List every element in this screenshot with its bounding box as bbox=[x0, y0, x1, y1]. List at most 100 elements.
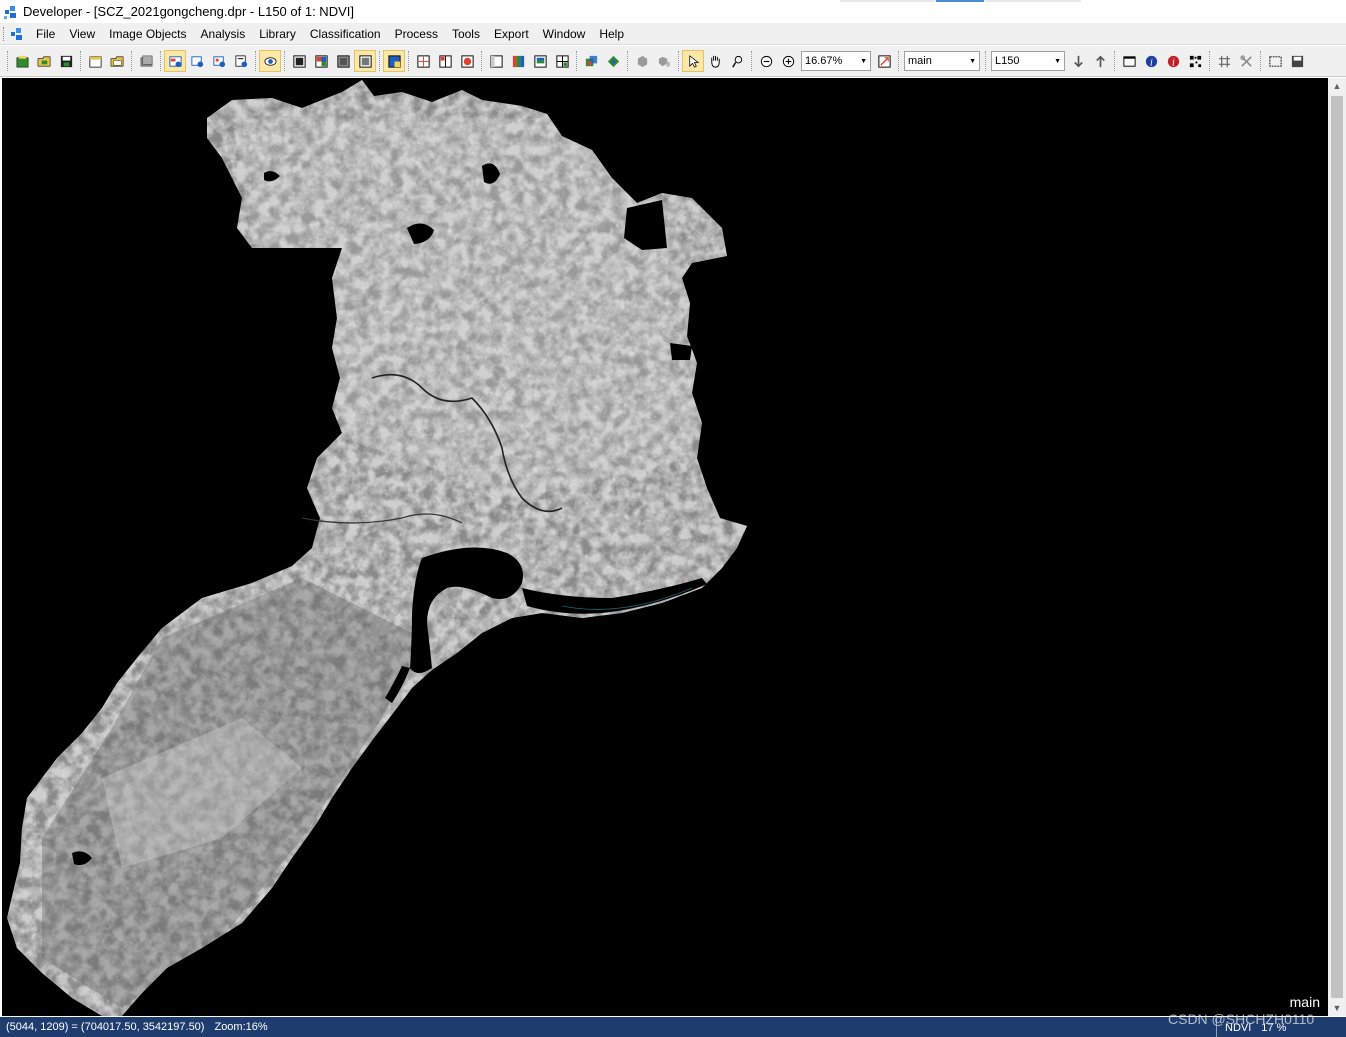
single-view-button[interactable] bbox=[485, 50, 507, 72]
polygon-button[interactable] bbox=[631, 50, 653, 72]
level-up-button[interactable] bbox=[1089, 50, 1111, 72]
zoom-out-button[interactable] bbox=[755, 50, 777, 72]
level-select[interactable]: L150 ▼ bbox=[991, 51, 1065, 71]
level-down-icon bbox=[1073, 55, 1083, 67]
svg-text:i: i bbox=[1172, 57, 1175, 68]
view-4-icon bbox=[235, 55, 247, 67]
save-view-icon bbox=[1291, 55, 1303, 67]
scroll-up-icon[interactable]: ▲ bbox=[1328, 78, 1346, 94]
menu-tools[interactable]: Tools bbox=[445, 24, 487, 44]
svg-text:i: i bbox=[1150, 57, 1153, 68]
layer-mix-3-button[interactable] bbox=[332, 50, 354, 72]
layer-view-button[interactable] bbox=[135, 50, 157, 72]
view-2-icon bbox=[190, 55, 203, 67]
view-2-button[interactable] bbox=[186, 50, 208, 72]
grid-view-button[interactable] bbox=[551, 50, 573, 72]
image-view-button[interactable] bbox=[259, 50, 281, 72]
layer-mix-2-button[interactable] bbox=[310, 50, 332, 72]
layer-mix-4-icon bbox=[358, 54, 372, 68]
vertical-scrollbar[interactable]: ▲ ▼ bbox=[1328, 78, 1346, 1016]
grid-view-2-button[interactable] bbox=[434, 50, 456, 72]
layer-mix-1-icon bbox=[292, 54, 306, 68]
menu-process[interactable]: Process bbox=[388, 24, 445, 44]
polygon-fill-icon bbox=[658, 56, 670, 67]
layer-mix-4-button[interactable] bbox=[354, 50, 376, 72]
rgb-view-button[interactable] bbox=[507, 50, 529, 72]
view-4-button[interactable] bbox=[230, 50, 252, 72]
scroll-thumb[interactable] bbox=[1331, 96, 1343, 998]
pan-hand-icon bbox=[710, 55, 720, 68]
rgb-view-icon bbox=[512, 55, 524, 67]
open-workspace-button[interactable] bbox=[106, 50, 128, 72]
info-icon: i bbox=[1145, 55, 1157, 68]
menu-image-objects[interactable]: Image Objects bbox=[102, 24, 193, 44]
object-outline-button[interactable] bbox=[580, 50, 602, 72]
qr-icon bbox=[1189, 55, 1201, 67]
qr-button[interactable] bbox=[1184, 50, 1206, 72]
open-project-button[interactable] bbox=[33, 50, 55, 72]
image-viewer[interactable]: main bbox=[2, 78, 1328, 1016]
feature-info-button[interactable]: i bbox=[1162, 50, 1184, 72]
chevron-down-icon: ▼ bbox=[969, 57, 976, 65]
hsi-view-button[interactable] bbox=[529, 50, 551, 72]
open-project-icon bbox=[37, 56, 50, 66]
level-down-button[interactable] bbox=[1067, 50, 1089, 72]
menu-library[interactable]: Library bbox=[252, 24, 303, 44]
polygon-fill-button[interactable] bbox=[653, 50, 675, 72]
menu-export[interactable]: Export bbox=[487, 24, 536, 44]
save-project-button[interactable] bbox=[55, 50, 77, 72]
menu-grip[interactable] bbox=[3, 26, 7, 41]
save-project-icon bbox=[60, 55, 72, 67]
layer-mix-2-icon bbox=[314, 54, 328, 68]
menu-analysis[interactable]: Analysis bbox=[194, 24, 253, 44]
layer-view-icon bbox=[140, 55, 152, 66]
menu-file[interactable]: File bbox=[29, 24, 62, 44]
select-rect-button[interactable] bbox=[1264, 50, 1286, 72]
view-1-button[interactable] bbox=[164, 50, 186, 72]
fit-window-icon bbox=[877, 54, 891, 68]
info-button[interactable]: i bbox=[1140, 50, 1162, 72]
zoom-out-icon bbox=[760, 55, 772, 67]
cursor-coordinates: (5044, 1209) = (704017.50, 3542197.50) bbox=[6, 1021, 205, 1033]
grid-view-1-icon bbox=[416, 54, 430, 68]
split-view-button[interactable] bbox=[383, 50, 405, 72]
map-select[interactable]: main ▼ bbox=[904, 51, 980, 71]
classify-button[interactable] bbox=[602, 50, 624, 72]
map-name-label: main bbox=[1289, 994, 1320, 1010]
polygon-icon bbox=[637, 55, 647, 67]
select-cursor-button[interactable] bbox=[682, 50, 704, 72]
layer-mix-1-button[interactable] bbox=[288, 50, 310, 72]
feature-info-icon: i bbox=[1167, 55, 1179, 68]
tools-icon bbox=[1239, 54, 1252, 67]
new-project-button[interactable] bbox=[11, 50, 33, 72]
menu-help[interactable]: Help bbox=[592, 24, 631, 44]
select-cursor-icon bbox=[688, 54, 699, 68]
grid-view-2-icon bbox=[438, 54, 452, 68]
split-view-icon bbox=[387, 54, 401, 68]
pan-hand-button[interactable] bbox=[704, 50, 726, 72]
chevron-down-icon: ▼ bbox=[860, 57, 867, 65]
window-button[interactable] bbox=[1118, 50, 1140, 72]
scroll-down-icon[interactable]: ▼ bbox=[1328, 1000, 1346, 1016]
view-3-button[interactable] bbox=[208, 50, 230, 72]
zoom-in-button[interactable] bbox=[777, 50, 799, 72]
menu-window[interactable]: Window bbox=[536, 24, 593, 44]
grid-view-1-button[interactable] bbox=[412, 50, 434, 72]
title-bar: Developer - [SCZ_2021gongcheng.dpr - L15… bbox=[0, 0, 1346, 23]
menu-view[interactable]: View bbox=[62, 24, 102, 44]
menu-classification[interactable]: Classification bbox=[303, 24, 388, 44]
toolbar-grip[interactable] bbox=[7, 51, 8, 71]
zoom-tool-button[interactable] bbox=[726, 50, 748, 72]
grid-view-3-button[interactable] bbox=[456, 50, 478, 72]
grid-button[interactable] bbox=[1213, 50, 1235, 72]
window-icon bbox=[1122, 55, 1136, 67]
zoom-combo[interactable]: 16.67% ▼ bbox=[801, 51, 871, 71]
document-menu-icon[interactable] bbox=[9, 26, 25, 42]
ndvi-map-image bbox=[7, 80, 747, 1016]
tools-button[interactable] bbox=[1235, 50, 1257, 72]
new-workspace-button[interactable] bbox=[84, 50, 106, 72]
fit-window-button[interactable] bbox=[873, 50, 895, 72]
save-view-button[interactable] bbox=[1286, 50, 1308, 72]
view-1-icon bbox=[168, 55, 182, 67]
chevron-down-icon: ▼ bbox=[1054, 57, 1061, 65]
